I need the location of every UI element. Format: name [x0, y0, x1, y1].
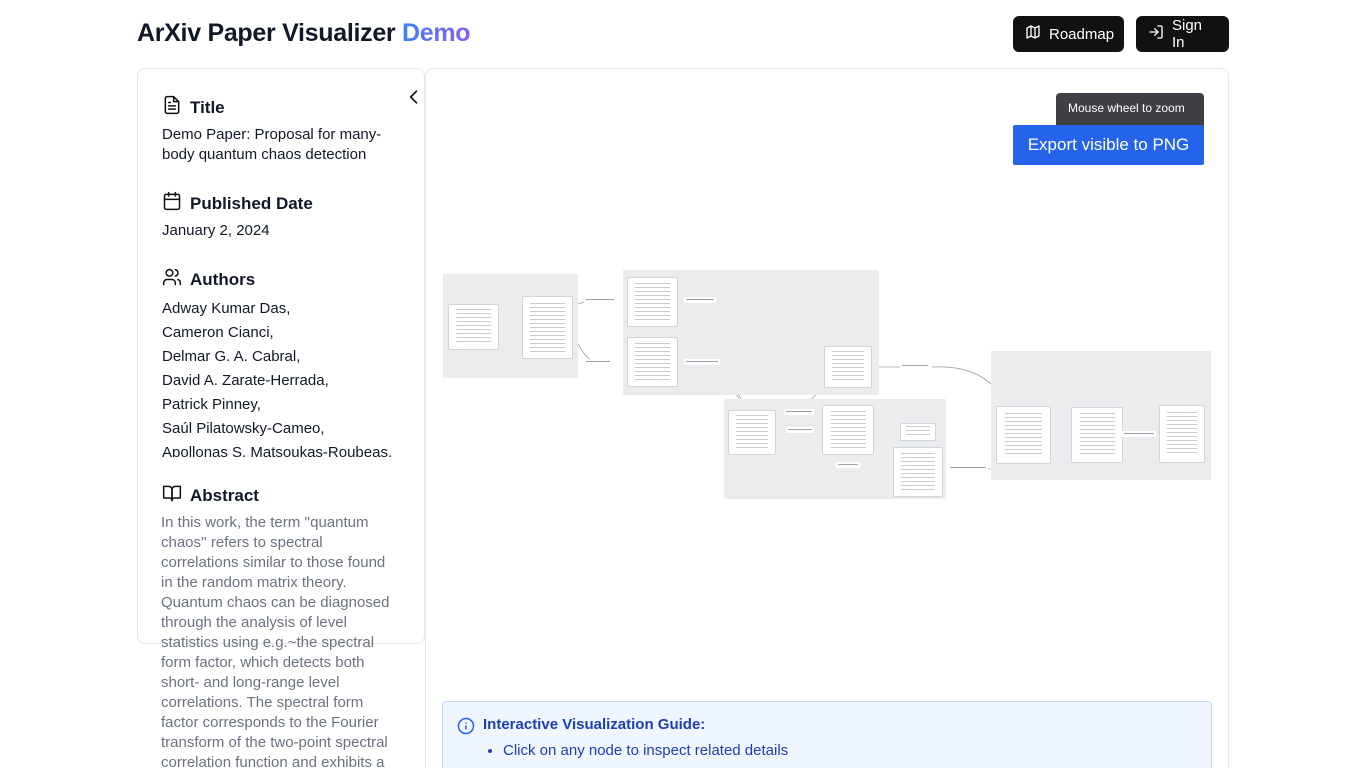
- author-item: Delmar G. A. Cabral,: [162, 348, 301, 365]
- calendar-icon: [162, 191, 182, 216]
- info-icon: [457, 717, 475, 735]
- diagram-node[interactable]: [448, 304, 499, 350]
- author-item: Patrick Pinney,: [162, 396, 261, 413]
- published-date-value: January 2, 2024: [162, 222, 270, 239]
- app-title: ArXiv Paper Visualizer Demo: [137, 19, 471, 48]
- author-item: Apollonas S. Matsoukas-Roubeas,: [162, 444, 393, 457]
- edge-label: [948, 465, 988, 471]
- title-heading: Title: [162, 95, 225, 120]
- visualization-guide: Interactive Visualization Guide: Click o…: [442, 701, 1212, 768]
- paper-flow-diagram[interactable]: [426, 69, 1228, 768]
- app-title-demo: Demo: [402, 19, 471, 47]
- edge-label: [786, 427, 814, 433]
- guide-item: Click on any node to inspect related det…: [503, 740, 788, 762]
- edge-label: [784, 409, 814, 415]
- diagram-node[interactable]: [627, 337, 678, 387]
- edge-label: [1122, 431, 1156, 437]
- abstract-text: In this work, the term ''quantum chaos''…: [161, 514, 390, 768]
- roadmap-button[interactable]: Roadmap: [1013, 16, 1124, 52]
- users-icon: [162, 267, 182, 292]
- author-item: Saúl Pilatowsky-Cameo,: [162, 420, 325, 437]
- diagram-node[interactable]: [822, 405, 874, 455]
- roadmap-label: Roadmap: [1049, 25, 1115, 43]
- abstract-heading: Abstract: [162, 483, 259, 508]
- edge-label: [584, 297, 616, 303]
- diagram-node[interactable]: [522, 296, 573, 359]
- edge-label: [584, 359, 612, 365]
- chevron-left-icon: [404, 90, 424, 111]
- authors-label: Authors: [190, 269, 256, 289]
- published-date-heading: Published Date: [162, 191, 313, 216]
- app-title-main: ArXiv Paper Visualizer: [137, 19, 402, 47]
- paper-title: Demo Paper: Proposal for many-body quant…: [162, 126, 382, 163]
- visualization-canvas[interactable]: Mouse wheel to zoom Export visible to PN…: [425, 68, 1229, 768]
- guide-list: Click on any node to inspect related det…: [503, 740, 788, 762]
- app-header: ArXiv Paper Visualizer Demo Roadmap Sign…: [137, 16, 1229, 52]
- edge-label: [684, 359, 720, 365]
- book-open-icon: [162, 483, 182, 508]
- diagram-node[interactable]: [728, 410, 776, 455]
- diagram-node[interactable]: [900, 423, 936, 441]
- authors-heading: Authors: [162, 267, 255, 292]
- export-png-button[interactable]: Export visible to PNG: [1013, 125, 1204, 165]
- published-date-label: Published Date: [190, 193, 313, 213]
- diagram-node[interactable]: [1159, 405, 1205, 463]
- author-item: Cameron Cianci,: [162, 324, 274, 341]
- sign-in-button[interactable]: Sign In: [1136, 16, 1229, 52]
- diagram-node[interactable]: [627, 277, 678, 327]
- edge-label: [900, 363, 930, 369]
- author-item: David A. Zarate-Herrada,: [162, 372, 329, 389]
- abstract-label: Abstract: [190, 485, 259, 505]
- edge-label: [836, 462, 860, 468]
- title-heading-label: Title: [190, 97, 225, 117]
- log-in-icon: [1148, 24, 1164, 44]
- map-icon: [1025, 24, 1041, 44]
- file-text-icon: [162, 95, 182, 120]
- sign-in-label: Sign In: [1172, 17, 1203, 51]
- edge-label: [684, 297, 716, 303]
- collapse-sidebar-button[interactable]: [404, 87, 424, 107]
- diagram-node[interactable]: [1071, 407, 1123, 463]
- zoom-tooltip: Mouse wheel to zoom: [1056, 93, 1204, 127]
- guide-title: Interactive Visualization Guide:: [483, 716, 706, 733]
- diagram-node[interactable]: [824, 346, 872, 388]
- diagram-node[interactable]: [996, 406, 1051, 464]
- authors-list: Adway Kumar Das, Cameron Cianci, Delmar …: [162, 297, 414, 457]
- diagram-node[interactable]: [893, 447, 943, 497]
- author-item: Adway Kumar Das,: [162, 300, 291, 317]
